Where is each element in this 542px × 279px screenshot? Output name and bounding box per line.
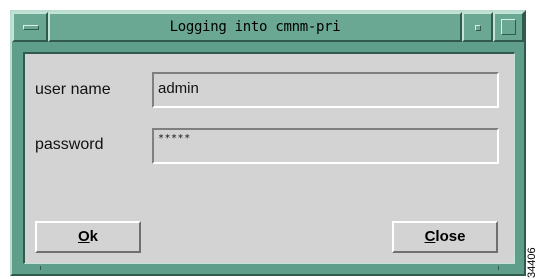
ok-button[interactable]: Ok	[35, 221, 141, 253]
frame-corner-notch	[498, 266, 499, 270]
close-button-label: lose	[435, 228, 466, 245]
password-field[interactable]: *****	[152, 128, 499, 164]
minimize-button[interactable]	[462, 12, 493, 42]
window-menu-button[interactable]	[12, 12, 48, 42]
window-title[interactable]: Logging into cmnm-pri	[48, 12, 462, 42]
maximize-button[interactable]	[493, 12, 524, 42]
figure-id: 34406	[526, 247, 538, 278]
login-dialog-body: user name admin password ***** Ok Close	[23, 52, 515, 264]
maximize-icon	[501, 19, 516, 35]
close-button[interactable]: Close	[392, 221, 498, 253]
close-button-mnemonic: C	[424, 228, 436, 245]
username-label: user name	[35, 81, 111, 98]
frame-corner-notch	[40, 266, 41, 270]
ok-button-mnemonic: O	[77, 228, 90, 245]
figure-id-text: 34406	[526, 226, 541, 278]
ok-button-label: k	[89, 228, 98, 245]
minimize-icon	[475, 25, 481, 31]
title-bar[interactable]: Logging into cmnm-pri	[12, 12, 524, 42]
username-field[interactable]: admin	[152, 72, 499, 108]
window-menu-icon	[23, 25, 39, 30]
password-label: password	[35, 136, 104, 153]
